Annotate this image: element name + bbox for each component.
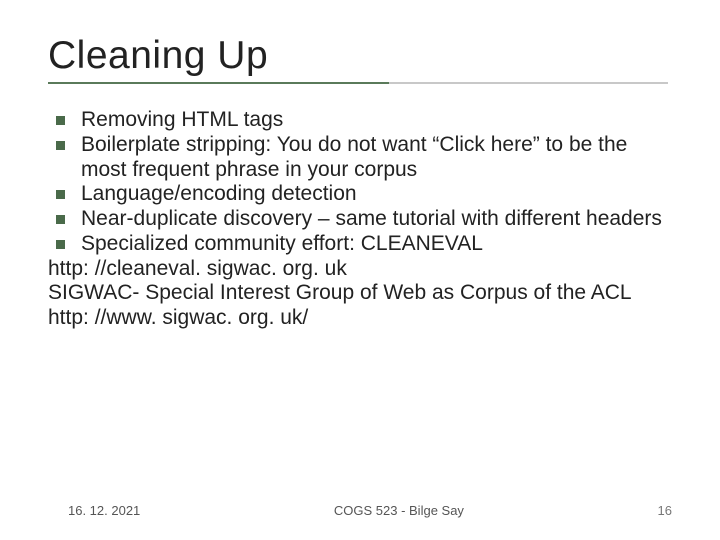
footer-date: 16. 12. 2021 <box>68 503 140 518</box>
list-item: Removing HTML tags <box>56 108 672 133</box>
square-bullet-icon <box>56 141 65 150</box>
bullet-text: Removing HTML tags <box>81 108 672 133</box>
square-bullet-icon <box>56 116 65 125</box>
square-bullet-icon <box>56 240 65 249</box>
body-line-url: http: //cleaneval. sigwac. org. uk <box>48 257 672 282</box>
bullet-text: Boilerplate stripping: You do not want “… <box>81 133 672 183</box>
footer-center: COGS 523 - Bilge Say <box>140 503 657 518</box>
list-item: Near-duplicate discovery – same tutorial… <box>56 207 672 232</box>
list-item: Specialized community effort: CLEANEVAL <box>56 232 672 257</box>
list-item: Boilerplate stripping: You do not want “… <box>56 133 672 183</box>
square-bullet-icon <box>56 215 65 224</box>
title-underline <box>48 82 668 84</box>
footer-page-number: 16 <box>658 503 672 518</box>
slide-footer: 16. 12. 2021 COGS 523 - Bilge Say 16 <box>0 503 720 518</box>
slide-body: Removing HTML tags Boilerplate stripping… <box>48 108 672 331</box>
list-item: Language/encoding detection <box>56 182 672 207</box>
slide-title: Cleaning Up <box>48 34 672 78</box>
body-line: SIGWAC- Special Interest Group of Web as… <box>48 281 672 306</box>
body-line-url: http: //www. sigwac. org. uk/ <box>48 306 672 331</box>
bullet-text: Specialized community effort: CLEANEVAL <box>81 232 672 257</box>
bullet-text: Language/encoding detection <box>81 182 672 207</box>
slide: Cleaning Up Removing HTML tags Boilerpla… <box>0 0 720 540</box>
square-bullet-icon <box>56 190 65 199</box>
bullet-text: Near-duplicate discovery – same tutorial… <box>81 207 672 232</box>
